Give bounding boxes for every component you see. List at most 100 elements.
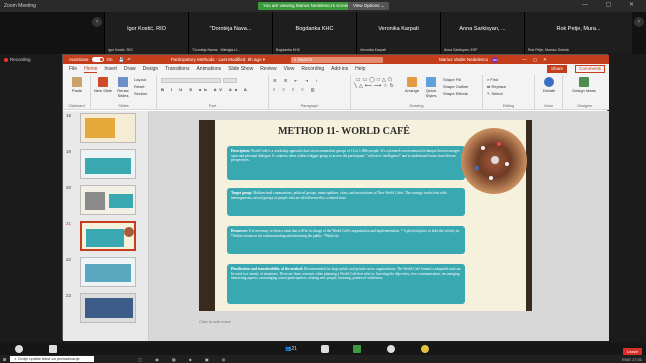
dictate-button[interactable]: Dictate — [538, 77, 560, 93]
tab-design[interactable]: Design — [143, 66, 159, 72]
quick-styles-button[interactable]: Quick Styles — [422, 77, 440, 98]
new-slide-icon — [98, 77, 108, 87]
undo-icon[interactable]: ↶ — [127, 57, 131, 63]
dictate-label: Dictate — [542, 88, 556, 93]
gallery-prev-icon[interactable]: ‹ — [92, 17, 102, 27]
description-box[interactable]: Description: World Café is a workshop ap… — [227, 146, 465, 180]
tab-view[interactable]: View — [284, 66, 295, 72]
select-button[interactable]: ↖ Select — [487, 91, 503, 96]
windows-start-icon[interactable]: ⊞ — [3, 357, 6, 362]
group-label: Slides — [118, 104, 129, 108]
avatar[interactable]: MN — [492, 56, 499, 63]
list-icons[interactable]: ☰ ☰ ⇤ ⇥ ↕ — [273, 78, 320, 83]
shape-fill-button[interactable]: Shape Fill — [443, 77, 461, 82]
participant-tile[interactable]: Anna Sarkisyan, ... Anna Sarkisyan, ESP — [440, 12, 524, 54]
font-format-icons[interactable]: B I U S ab AV Aa A — [161, 87, 250, 92]
design-ideas-button[interactable]: Design Ideas — [571, 77, 597, 93]
chat-icon — [321, 345, 329, 353]
box-heading: Resources: — [231, 229, 248, 233]
search-input[interactable]: ⌕ Search — [290, 56, 383, 63]
replace-button[interactable]: ⇄ Replace — [487, 84, 506, 89]
tab-file[interactable]: File — [69, 66, 77, 72]
participant-tile[interactable]: Bogdanka KHC Bogdanka KHC — [272, 12, 356, 54]
font-size-select[interactable] — [223, 78, 237, 83]
tab-recording[interactable]: Recording — [301, 66, 324, 72]
font-name-select[interactable] — [161, 78, 221, 83]
window-controls[interactable]: — ▢ ✕ — [582, 1, 642, 8]
participant-count: 21 — [291, 346, 297, 352]
recording-indicator[interactable]: Recording — [4, 57, 31, 62]
participant-name: Rok Petje, Mura... — [556, 26, 601, 32]
gallery-next-icon[interactable]: › — [634, 17, 644, 27]
find-button[interactable]: ⌕ Find — [487, 77, 498, 82]
tab-insert[interactable]: Insert — [104, 66, 117, 72]
tab-draw[interactable]: Draw — [124, 66, 136, 72]
paste-button[interactable]: Paste — [66, 77, 88, 93]
slide-thumbnail[interactable] — [80, 185, 136, 215]
photo-detail — [481, 146, 485, 150]
slide-title[interactable]: METHOD 11- WORLD CAFÉ — [219, 126, 469, 137]
slide-thumbnail-selected[interactable] — [80, 221, 136, 251]
tab-review[interactable]: Review — [260, 66, 276, 72]
shapes-gallery[interactable]: ▭▭◯□△⬠ ╲△⟵⟶☆↻ — [354, 77, 396, 89]
ppt-window-controls[interactable]: —▢✕ — [522, 57, 553, 63]
leave-button[interactable]: Leave — [623, 348, 642, 355]
participants-icon: 👥21 — [285, 346, 297, 352]
participant-label: Veronika Karpati — [360, 48, 386, 52]
ribbon-group-slides: New Slide Reuse Slides Layout Reset Sect… — [91, 75, 157, 109]
record-icon — [387, 345, 395, 353]
quick-styles-label: Quick Styles — [425, 88, 437, 98]
paste-label: Paste — [71, 88, 83, 93]
photo-detail — [505, 162, 509, 166]
autosave-label: AutoSave — [69, 57, 89, 62]
tab-transitions[interactable]: Transitions — [165, 66, 189, 72]
save-icon[interactable]: 💾 — [119, 57, 125, 63]
mic-icon — [15, 345, 23, 353]
tab-help[interactable]: Help — [355, 66, 365, 72]
participant-tile[interactable]: Igor Kostić, RIO Igor Kostić, RIO — [104, 12, 188, 54]
reuse-slides-button[interactable]: Reuse Slides — [113, 77, 133, 98]
taskbar-search-placeholder: Ovdje upišite tekst za pretraživanje — [17, 356, 80, 361]
autosave-toggle[interactable] — [91, 57, 104, 62]
photo-detail — [489, 176, 493, 180]
shape-effects-button[interactable]: Shape Effects — [443, 91, 468, 96]
ribbon-tabs: File Home Insert Draw Design Transitions… — [63, 64, 609, 74]
view-options-button[interactable]: View Options ⌄ — [348, 2, 390, 10]
find-label: Find — [490, 77, 499, 82]
comments-button[interactable]: Comments — [575, 65, 605, 73]
taskbar-apps-icons[interactable]: ▢ ◉ ▦ ◈ ▣ ◍ — [138, 357, 231, 362]
layout-button[interactable]: Layout — [134, 77, 146, 82]
transferability-box[interactable]: Plusification and transferability of the… — [227, 264, 465, 304]
new-slide-button[interactable]: New Slide — [93, 77, 113, 93]
world-cafe-photo[interactable] — [461, 128, 527, 194]
slide-canvas[interactable]: METHOD 11- WORLD CAFÉ Description: World… — [199, 120, 532, 311]
search-placeholder: Search — [297, 56, 313, 62]
align-icons[interactable]: ≡ ≡ ≡ ≡ ▥ — [273, 87, 318, 92]
participant-label: Anna Sarkisyan, ESP — [444, 48, 478, 52]
participant-tile[interactable]: "Dorotėja Nava... "Dorotėja Navas - Wied… — [188, 12, 272, 54]
target-group-box[interactable]: Target group: Multisectoral communities,… — [227, 188, 465, 216]
group-label: Designer — [577, 104, 593, 108]
tab-add-ins[interactable]: Add-ins — [331, 66, 348, 72]
share-button[interactable]: Share — [546, 65, 567, 73]
document-title[interactable]: Participatory Methods · Last Modified: 5… — [171, 57, 265, 63]
participant-tile[interactable]: Veronika Karpati Veronika Karpati — [356, 12, 440, 54]
arrange-button[interactable]: Arrange — [403, 77, 421, 93]
resources-box[interactable]: Resources: It is necessary to form a tea… — [227, 226, 465, 254]
slide-thumbnail[interactable] — [80, 257, 136, 287]
thumbnail-graphic — [85, 118, 115, 138]
section-button[interactable]: Section — [134, 91, 147, 96]
slide-thumbnail[interactable] — [80, 149, 136, 179]
photo-detail — [497, 142, 501, 146]
tab-animations[interactable]: Animations — [196, 66, 221, 72]
reset-button[interactable]: Reset — [134, 84, 144, 89]
select-label: Select — [491, 91, 503, 96]
slide-thumbnail[interactable] — [80, 293, 136, 323]
slide-thumbnail[interactable] — [80, 113, 136, 143]
tab-home[interactable]: Home — [84, 66, 98, 73]
shape-outline-button[interactable]: Shape Outline — [443, 84, 468, 89]
participant-tile[interactable]: Rok Petje, Mura... Rok Petje, Mursko Sob… — [524, 12, 632, 54]
taskbar-search-input[interactable]: ⌕ Ovdje upišite tekst za pretraživanje — [10, 356, 95, 362]
notes-placeholder[interactable]: Click to add notes — [199, 319, 231, 324]
tab-slide-show[interactable]: Slide Show — [228, 66, 253, 72]
